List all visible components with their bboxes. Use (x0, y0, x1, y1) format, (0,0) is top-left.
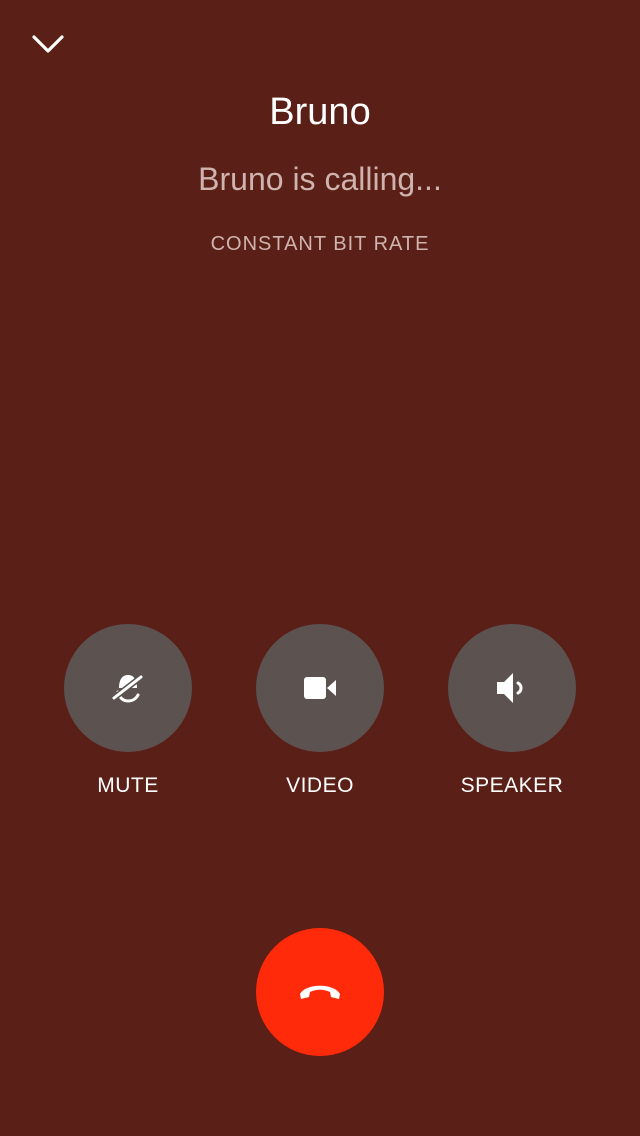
codec-label: CONSTANT BIT RATE (210, 233, 430, 255)
caller-name: Bruno (269, 91, 371, 133)
speaker-control: SPEAKER (448, 624, 576, 800)
video-camera-icon (304, 677, 336, 699)
speaker-button[interactable] (448, 624, 576, 752)
video-control: VIDEO (256, 624, 384, 800)
mute-control: MUTE (64, 624, 192, 800)
speaker-icon (497, 673, 523, 703)
speaker-label: SPEAKER (460, 774, 564, 797)
video-label: VIDEO (286, 774, 354, 797)
hangup-button[interactable] (256, 928, 384, 1056)
mute-button[interactable] (64, 624, 192, 752)
chevron-down-icon (32, 35, 64, 53)
mute-label: MUTE (97, 774, 159, 797)
call-status: Bruno is calling... (198, 161, 442, 197)
video-button[interactable] (256, 624, 384, 752)
collapse-button[interactable] (24, 22, 72, 66)
microphone-off-icon (111, 674, 144, 703)
phone-hangup-icon (300, 985, 340, 999)
